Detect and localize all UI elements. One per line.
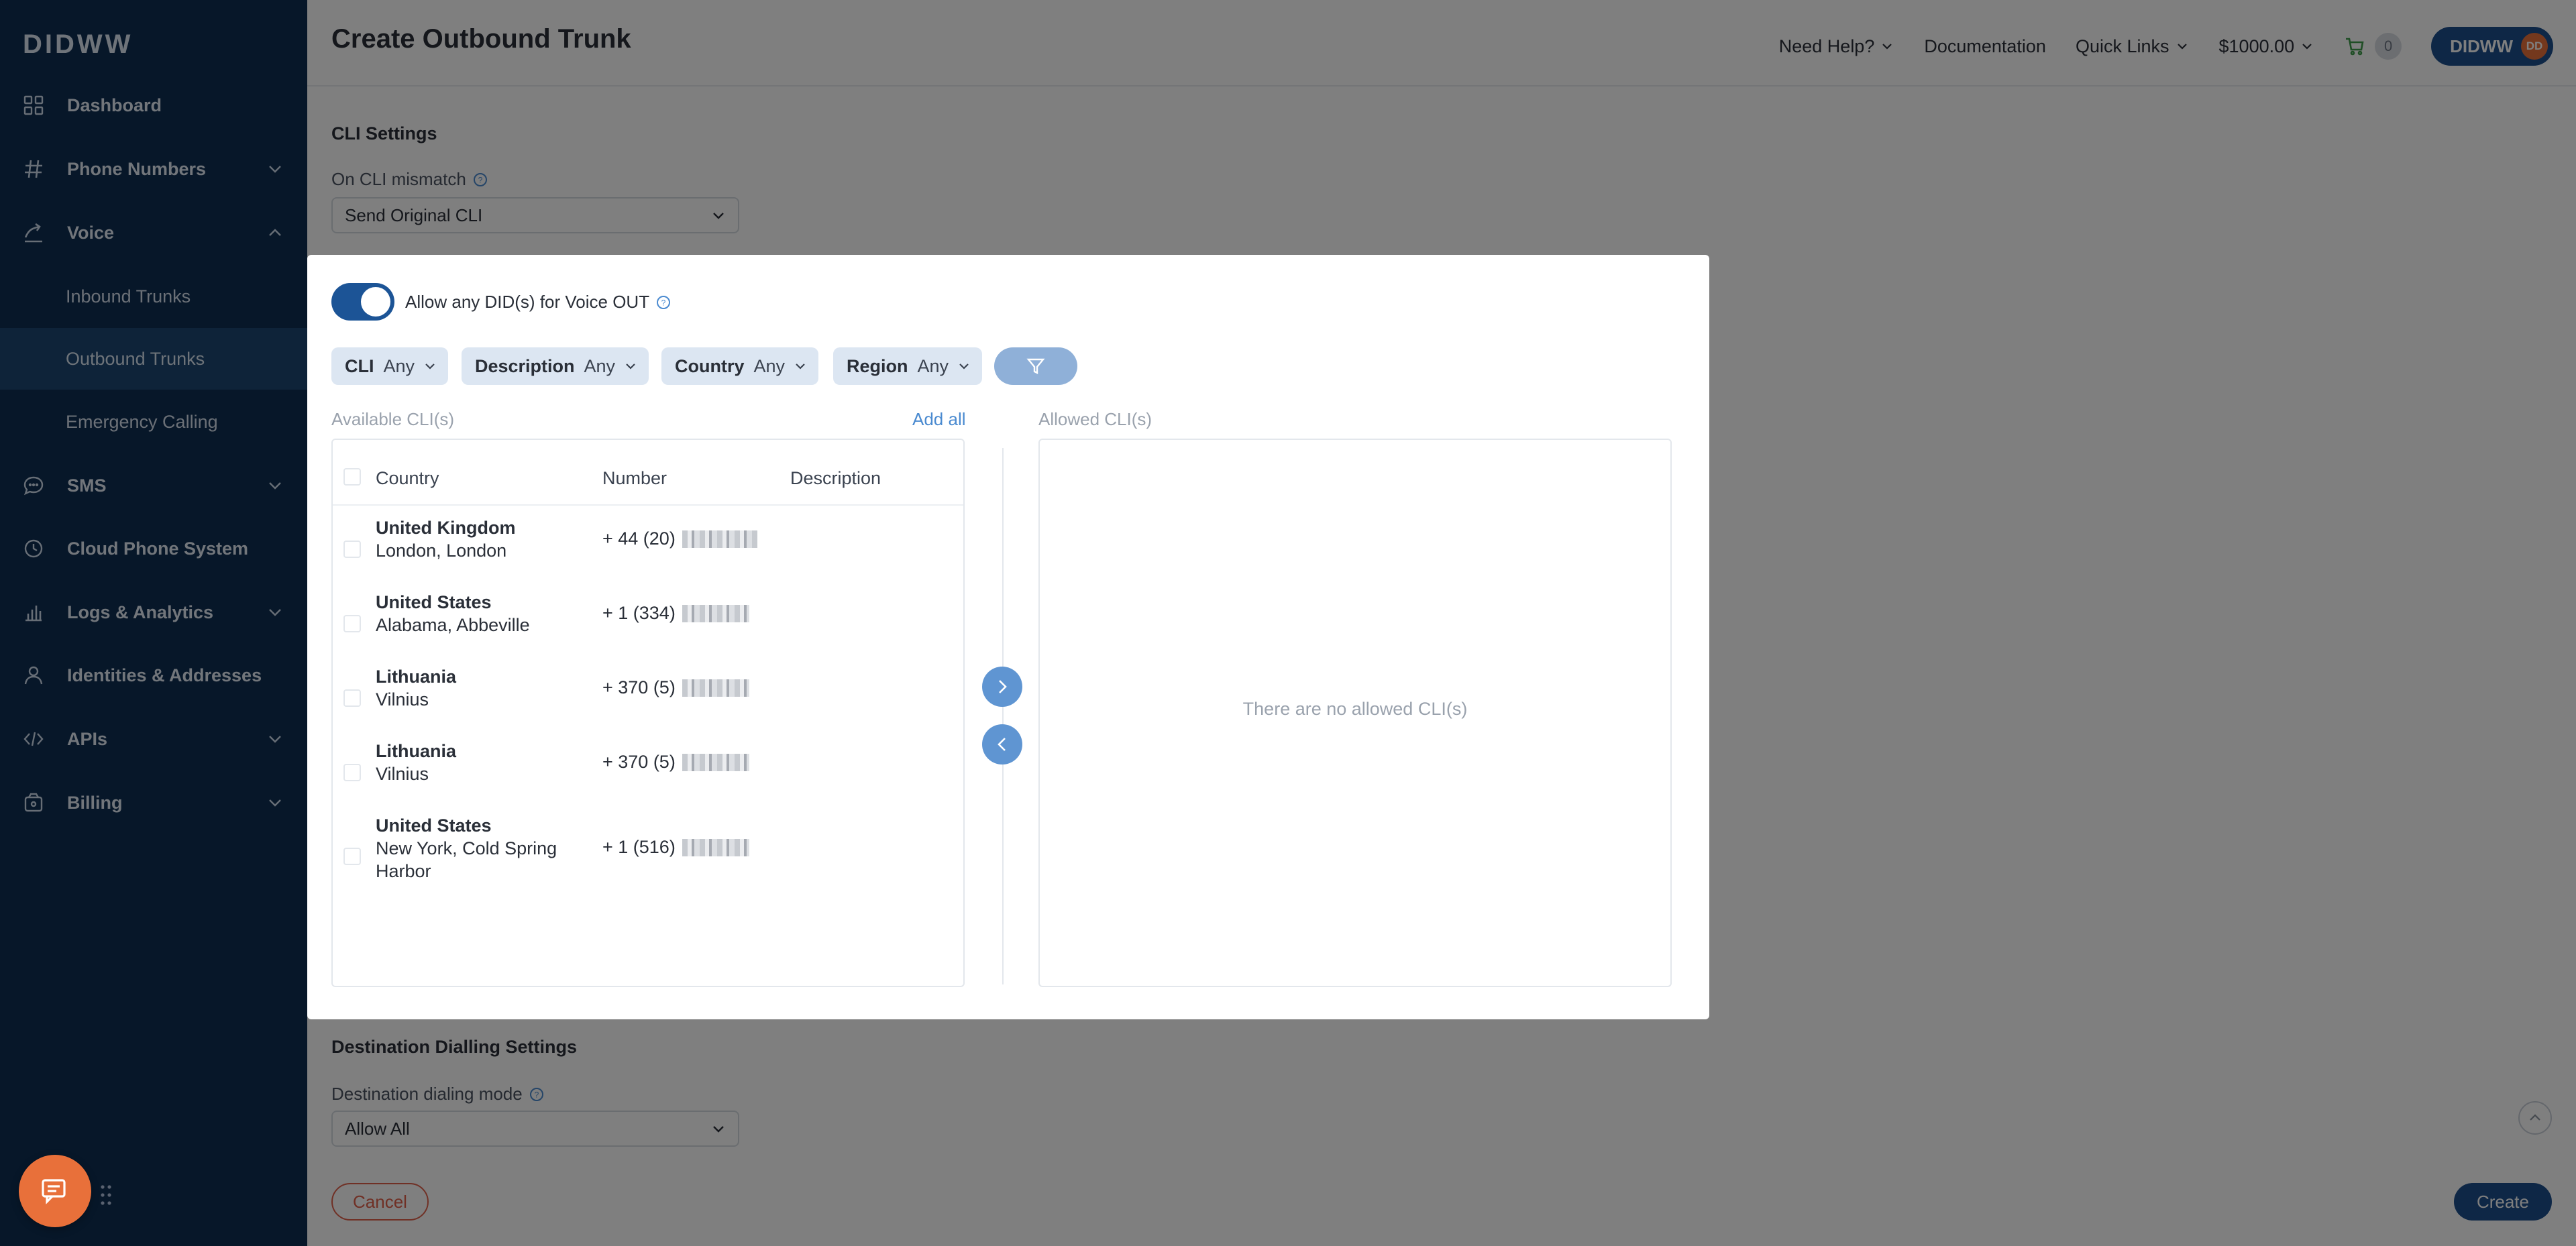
filter-name: Description (475, 355, 575, 376)
number-prefix: + 44 (20) (602, 528, 676, 549)
region-name: Alabama, Abbeville (376, 615, 530, 635)
support-chat-button[interactable] (19, 1155, 91, 1227)
country-name: Lithuania (376, 667, 456, 687)
chevron-left-icon (998, 738, 1006, 751)
empty-state-message: There are no allowed CLI(s) (1242, 699, 1468, 719)
redacted-number (682, 838, 749, 856)
region-name: Vilnius (376, 764, 429, 784)
header-divider (333, 504, 963, 506)
filter-name: CLI (345, 355, 374, 376)
apply-filter-button[interactable] (994, 347, 1077, 385)
filter-description[interactable]: Description Any (462, 347, 649, 385)
row-country: United States Alabama, Abbeville (376, 591, 530, 636)
row-number: + 1 (334) (602, 603, 749, 624)
allow-any-did-toggle[interactable] (331, 283, 394, 321)
row-checkbox[interactable] (343, 541, 361, 558)
filter-country[interactable]: Country Any (661, 347, 819, 385)
row-number: + 1 (516) (602, 837, 749, 858)
move-left-button[interactable] (982, 724, 1022, 764)
number-prefix: + 1 (334) (602, 603, 676, 623)
chevron-down-icon (796, 363, 805, 370)
select-all-checkbox[interactable] (343, 468, 361, 486)
row-country: Lithuania Vilnius (376, 740, 456, 785)
move-right-button[interactable] (982, 667, 1022, 707)
country-name: United States (376, 815, 492, 836)
country-name: United Kingdom (376, 518, 516, 538)
help-icon[interactable]: ? (656, 295, 671, 310)
svg-text:?: ? (661, 298, 666, 307)
chevron-down-icon (425, 363, 435, 370)
row-checkbox[interactable] (343, 689, 361, 707)
redacted-number (682, 679, 749, 697)
number-prefix: + 370 (5) (602, 677, 676, 697)
row-number: + 370 (5) (602, 677, 749, 698)
row-checkbox[interactable] (343, 615, 361, 632)
row-checkbox[interactable] (343, 764, 361, 781)
filter-value: Any (917, 355, 949, 376)
drag-handle-icon[interactable] (99, 1183, 113, 1207)
chevron-down-icon (959, 363, 969, 370)
region-name: New York, Cold Spring Harbor (376, 838, 557, 881)
row-country: United Kingdom London, London (376, 516, 515, 562)
column-header-description: Description (790, 468, 881, 488)
funnel-icon (1026, 358, 1045, 374)
number-prefix: + 370 (5) (602, 752, 676, 772)
country-name: Lithuania (376, 741, 456, 761)
row-number: + 370 (5) (602, 752, 749, 773)
available-cli-label: Available CLI(s) (331, 409, 455, 429)
chevron-down-icon (626, 363, 635, 370)
toggle-knob (361, 287, 390, 317)
filter-name: Country (675, 355, 745, 376)
country-name: United States (376, 592, 492, 612)
row-number: + 44 (20) (602, 528, 757, 549)
filter-value: Any (383, 355, 415, 376)
row-checkbox[interactable] (343, 848, 361, 865)
allowed-cli-label: Allowed CLI(s) (1038, 409, 1152, 429)
available-cli-list: Country Number Description United Kingdo… (331, 439, 965, 987)
filter-cli[interactable]: CLI Any (331, 347, 449, 385)
filter-value: Any (584, 355, 616, 376)
row-country: United States New York, Cold Spring Harb… (376, 814, 577, 883)
add-all-link[interactable]: Add all (912, 409, 966, 430)
allow-any-did-label-text: Allow any DID(s) for Voice OUT (405, 292, 650, 312)
region-name: London, London (376, 541, 507, 561)
allow-any-did-label: Allow any DID(s) for Voice OUT ? (405, 292, 671, 313)
allowed-cli-list: There are no allowed CLI(s) (1038, 439, 1672, 987)
row-country: Lithuania Vilnius (376, 665, 456, 711)
column-header-number: Number (602, 468, 667, 488)
redacted-number (682, 604, 749, 622)
panel-divider (1002, 448, 1004, 984)
filter-value: Any (753, 355, 786, 376)
chevron-right-icon (999, 680, 1007, 693)
number-prefix: + 1 (516) (602, 837, 676, 857)
allowed-cli-modal: Allow any DID(s) for Voice OUT ? CLI Any… (307, 255, 1709, 1019)
redacted-number (682, 530, 757, 548)
filter-region[interactable]: Region Any (833, 347, 983, 385)
region-name: Vilnius (376, 689, 429, 710)
column-header-country: Country (376, 468, 439, 488)
filter-name: Region (847, 355, 908, 376)
redacted-number (682, 753, 749, 771)
chat-icon (42, 1179, 66, 1204)
